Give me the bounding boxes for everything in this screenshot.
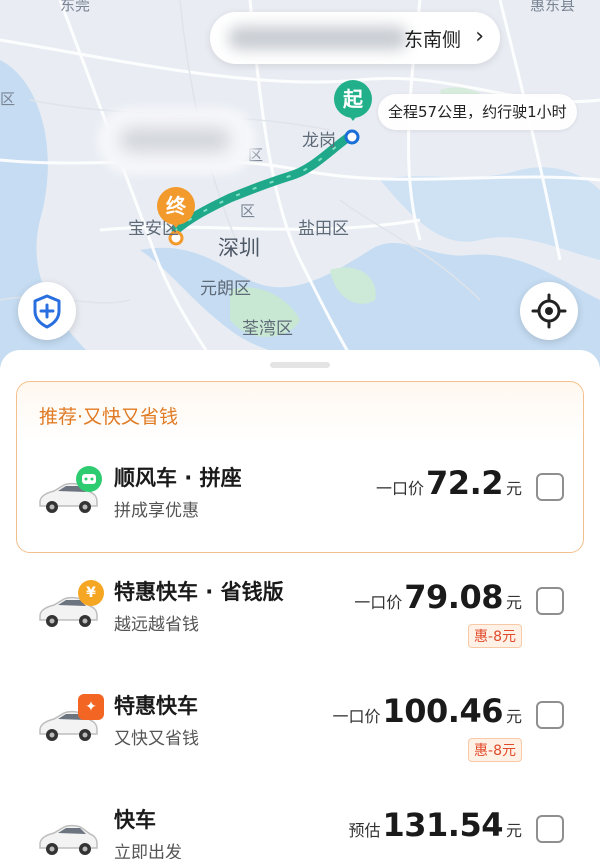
option-name: 特惠快车 bbox=[114, 694, 198, 718]
price-value: 131.54 bbox=[382, 806, 504, 844]
ride-option-hitch-carpool[interactable]: 顺风车 · 拼座 拼成享优惠 一口价 72.2 元 bbox=[0, 436, 600, 546]
map-label-longgang: 龙岗 bbox=[302, 131, 336, 151]
option-subtitle: 拼成享优惠 bbox=[114, 501, 199, 521]
price-unit: 元 bbox=[505, 479, 522, 498]
option-subtitle: 越远越省钱 bbox=[114, 615, 199, 635]
route-map[interactable]: 东莞 惠东县 区 区 区 龙岗 盐田区 深圳 宝安区 元朗区 荃湾区 东南侧 ›… bbox=[0, 0, 600, 372]
price-unit: 元 bbox=[505, 593, 522, 612]
option-checkbox[interactable] bbox=[536, 473, 564, 501]
price-prefix: 一口价 bbox=[376, 479, 425, 498]
option-name: 顺风车 · 拼座 bbox=[114, 466, 242, 490]
sheet-drag-handle[interactable] bbox=[270, 362, 330, 368]
price-prefix: 一口价 bbox=[332, 707, 381, 726]
price-value: 100.46 bbox=[382, 692, 504, 730]
map-label-mid2: 区 bbox=[240, 202, 256, 220]
route-summary: 全程57公里，约行驶1小时 bbox=[378, 94, 577, 130]
option-name: 特惠快车 · 省钱版 bbox=[114, 580, 284, 604]
map-label-yuenlong: 元朗区 bbox=[200, 279, 251, 299]
option-price: 一口价 79.08 元 bbox=[354, 578, 522, 616]
price-unit: 元 bbox=[505, 821, 522, 840]
map-label-shenzhen: 深圳 bbox=[218, 236, 260, 260]
discount-badge: 惠-8元 bbox=[468, 624, 522, 648]
option-price: 预估 131.54 元 bbox=[348, 806, 522, 844]
end-marker[interactable]: 终 bbox=[157, 187, 195, 228]
carpool-badge-icon bbox=[76, 466, 102, 492]
shield-icon bbox=[33, 294, 61, 329]
map-label-top-left: 东莞 bbox=[60, 0, 91, 14]
redacted-address bbox=[228, 26, 408, 50]
option-checkbox[interactable] bbox=[536, 701, 564, 729]
yuan-badge-icon: ¥ bbox=[78, 580, 104, 606]
option-subtitle: 立即出发 bbox=[114, 843, 182, 859]
option-subtitle: 又快又省钱 bbox=[114, 729, 199, 749]
option-price: 一口价 72.2 元 bbox=[376, 464, 522, 502]
address-suffix: 东南侧 bbox=[404, 29, 462, 51]
ride-option-express-saver[interactable]: ¥ 特惠快车 · 省钱版 越远越省钱 一口价 79.08 元 惠-8元 bbox=[0, 550, 600, 660]
ride-option-express-discount[interactable]: ✦ 特惠快车 又快又省钱 一口价 100.46 元 惠-8元 bbox=[0, 664, 600, 774]
chevron-right-icon: › bbox=[475, 24, 484, 49]
destination-address-pill[interactable]: 东南侧 › bbox=[210, 12, 500, 64]
price-prefix: 预估 bbox=[348, 821, 381, 840]
option-checkbox[interactable] bbox=[536, 587, 564, 615]
redacted-end-location bbox=[120, 128, 230, 152]
safety-shield-button[interactable] bbox=[18, 282, 76, 340]
price-prefix: 一口价 bbox=[354, 593, 403, 612]
start-marker[interactable]: 起 bbox=[334, 80, 372, 121]
car-icon bbox=[39, 824, 98, 855]
ride-options-sheet: 推荐·又快又省钱 顺风车 · 拼座 拼成享优惠 一口价 72.2 元 ¥ 特惠快… bbox=[0, 350, 600, 859]
map-label-top-right: 惠东县 bbox=[530, 0, 576, 14]
map-label-left: 区 bbox=[0, 90, 16, 108]
crosshair-icon bbox=[531, 293, 567, 329]
option-name: 快车 bbox=[114, 808, 156, 832]
price-unit: 元 bbox=[505, 707, 522, 726]
discount-badge: 惠-8元 bbox=[468, 738, 522, 762]
bookmark-badge-icon: ✦ bbox=[78, 694, 104, 720]
map-label-tsuenwan: 荃湾区 bbox=[242, 319, 293, 339]
price-value: 72.2 bbox=[426, 464, 503, 502]
recommend-title: 推荐·又快又省钱 bbox=[39, 406, 179, 428]
map-label-yantian: 盐田区 bbox=[298, 219, 349, 239]
option-checkbox[interactable] bbox=[536, 815, 564, 843]
ride-option-express[interactable]: 快车 立即出发 预估 131.54 元 bbox=[0, 778, 600, 859]
price-value: 79.08 bbox=[404, 578, 503, 616]
locate-me-button[interactable] bbox=[520, 282, 578, 340]
option-price: 一口价 100.46 元 bbox=[332, 692, 522, 730]
